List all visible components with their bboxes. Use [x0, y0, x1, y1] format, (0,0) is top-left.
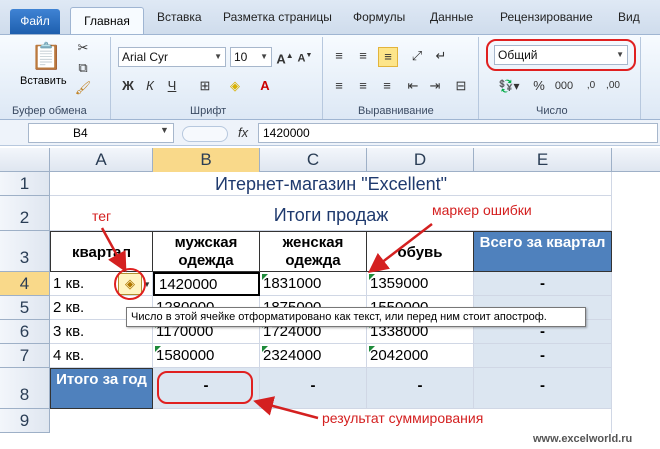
annotation-tag: тег — [92, 208, 112, 224]
error-marker-arrow — [368, 223, 433, 274]
excel-window: Файл Главная Вставка Разметка страницы Ф… — [0, 0, 660, 449]
sum-result-arrow — [253, 396, 319, 420]
annotation-error-marker: маркер ошибки — [432, 202, 532, 218]
annotation-sum-result: результат суммирования — [322, 410, 484, 426]
annotation-arrows — [100, 223, 433, 420]
tag-arrow — [100, 227, 127, 273]
watermark: www.excelworld.ru — [530, 433, 636, 445]
